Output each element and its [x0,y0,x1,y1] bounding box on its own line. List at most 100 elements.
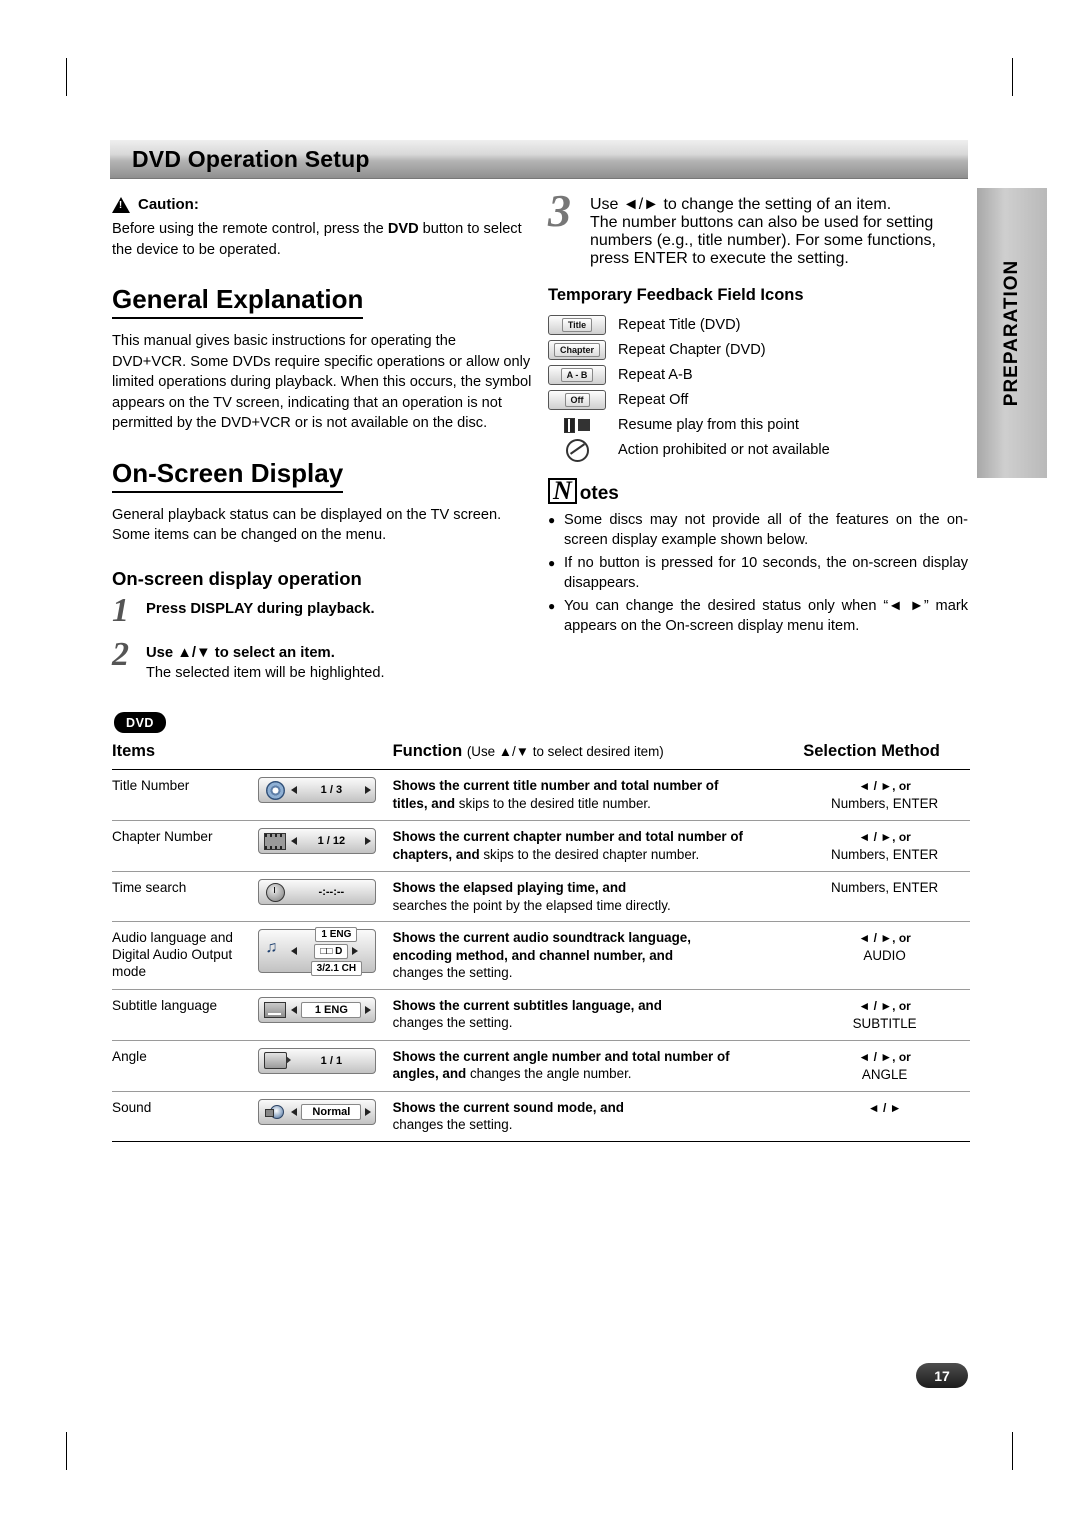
notes-label: otes [579,483,619,504]
notes-heading: N otes [548,478,968,505]
row-function-bold: Shows the elapsed playing time, and [392,880,627,895]
row-icon-cell: Normal [258,1091,393,1142]
note-text: You can change the desired status only w… [564,598,968,634]
pause-stop-glyph [564,417,590,433]
subtitle-osd-icon: 1 ENG [258,996,377,1023]
repeat-ab-icon: A - B [548,365,606,385]
row-item-label: Title Number [112,769,259,821]
table-row: Angle 1 / 1 Shows the current angle numb… [112,1040,970,1092]
title-number-value: 1 / 3 [320,784,343,796]
row-item-label: Chapter Number [112,820,259,872]
note-text: Some discs may not provide all of the fe… [564,512,968,548]
right-arrow-icon [365,1107,372,1116]
row-selection-arrows: ◄ / ►, or [858,830,911,844]
title-number-osd-icon: 1 / 3 [258,777,377,803]
right-arrow-icon [365,837,372,845]
table-header-row: Items Function (Use ▲/▼ to select desire… [112,742,970,770]
column-header-function: Function (Use ▲/▼ to select desired item… [393,742,804,770]
dvd-badge: DVD [114,712,166,733]
row-selection-text: Numbers, ENTER [831,796,939,811]
left-column: Caution: Before using the remote control… [112,196,532,683]
section-tab-preparation: PREPARATION [977,188,1047,478]
row-function-bold: Shows the current angle number and total… [392,1048,730,1064]
feedback-text-repeat-title: Repeat Title (DVD) [618,317,741,333]
chapter-number-osd-icon: 1 / 12 [258,828,377,854]
table-row: Subtitle language 1 ENG Shows the curren… [112,989,970,1041]
notes-n-glyph: N [548,478,577,504]
feedback-row-repeat-ab: A - B Repeat A-B [548,365,968,385]
general-explanation-heading: General Explanation [112,284,364,319]
note-item: ● You can change the desired status only… [548,597,968,636]
section-tab-label: PREPARATION [1001,259,1022,407]
left-arrow-icon [291,1107,298,1116]
step-3-text: Use ◄/► to change the setting of an item… [590,196,892,213]
row-function-cell: Shows the current chapter number and tot… [392,820,804,872]
osd-items-table: Items Function (Use ▲/▼ to select desire… [112,742,970,1142]
audio-channel-value: 3/2.1 CH [310,960,363,976]
table-row: Sound Normal Shows the current sound mod… [112,1091,970,1142]
row-selection-cell: ◄ / ► [803,1091,970,1142]
time-search-value: -:--:-- [318,886,345,898]
note-item: ● Some discs may not provide all of the … [548,511,968,550]
row-selection-arrows: ◄ / ►, or [858,779,911,793]
row-item-label: Subtitle language [112,989,259,1041]
caution-label: Caution: [138,196,199,213]
repeat-chapter-icon: Chapter [548,340,606,360]
note-bullet-icon: ● [548,599,556,613]
row-selection-arrows: ◄ / ►, or [858,1049,911,1064]
step-1-number: 1 [112,591,129,629]
row-function-bold2: encoding method, and channel number, and [392,947,674,963]
column-header-selection: Selection Method [803,742,940,760]
row-selection-text: SUBTITLE [852,1015,917,1031]
column-header-items: Items [112,742,156,760]
row-function-rest: changes the angle number. [469,1066,632,1081]
caution-text-bold: DVD [387,221,419,237]
clock-icon [263,882,287,902]
camera-icon [263,1051,291,1071]
caution-heading: Caution: [112,196,532,213]
crop-mark-top-right [1012,58,1013,96]
row-selection-cell: ◄ / ►, or Numbers, ENTER [803,820,970,872]
repeat-off-icon-label: Off [564,393,590,407]
crop-mark-bottom-left [66,1432,67,1470]
subtitle-icon [263,1000,287,1020]
row-function-bold2: titles, and [392,795,459,811]
row-function-bold2: chapters, and [392,846,484,862]
step-2: 2 Use ▲/▼ to select an item. The selecte… [112,636,532,683]
row-selection-arrows: ◄ / ► [867,1100,902,1115]
row-selection-cell: ◄ / ►, or Numbers, ENTER [803,769,970,821]
page-title: DVD Operation Setup [132,146,370,172]
note-bullet-icon: ● [548,513,556,527]
feedback-text-repeat-off: Repeat Off [618,392,689,408]
row-function-rest: changes the setting. [392,965,513,980]
row-selection-arrows: ◄ / ►, or [858,998,911,1013]
table-row: Time search -:--:-- Shows the elapsed pl… [112,871,970,922]
row-item-label: Sound [112,1091,259,1142]
film-strip-icon [263,831,287,851]
row-function-cell: Shows the current subtitles language, an… [392,989,804,1041]
row-selection-text: Numbers, ENTER [831,880,939,895]
row-function-cell: Shows the current audio soundtrack langu… [392,921,804,990]
page-number-label: 17 [934,1367,950,1384]
feedback-row-resume: Resume play from this point [548,415,968,435]
row-function-bold: Shows the current subtitles language, an… [392,997,662,1013]
audio-encoding-value: □□ D [314,943,349,959]
chapter-number-value: 1 / 12 [317,835,346,847]
row-function-bold2: angles, and [392,1066,470,1081]
caution-body: Before using the remote control, press t… [112,219,532,260]
row-function-rest: changes the setting. [392,1117,513,1132]
feedback-text-prohibited: Action prohibited or not available [618,442,830,458]
note-text: If no button is pressed for 10 seconds, … [564,555,968,591]
page-number-badge: 17 [916,1363,968,1388]
row-function-cell: Shows the current title number and total… [392,769,804,821]
repeat-ab-icon-label: A - B [560,368,594,382]
step-3: 3 Use ◄/► to change the setting of an it… [548,185,968,268]
row-function-cell: Shows the current sound mode, and change… [392,1091,804,1142]
row-icon-cell: 1 ENG [258,989,393,1041]
feedback-row-prohibited: Action prohibited or not available [548,438,968,462]
table-row: Audio language and Digital Audio Output … [112,921,970,990]
crop-mark-top-left [66,58,67,96]
right-arrow-icon [352,947,359,955]
audio-note-icon [263,939,287,961]
row-selection-text: ANGLE [861,1066,908,1082]
